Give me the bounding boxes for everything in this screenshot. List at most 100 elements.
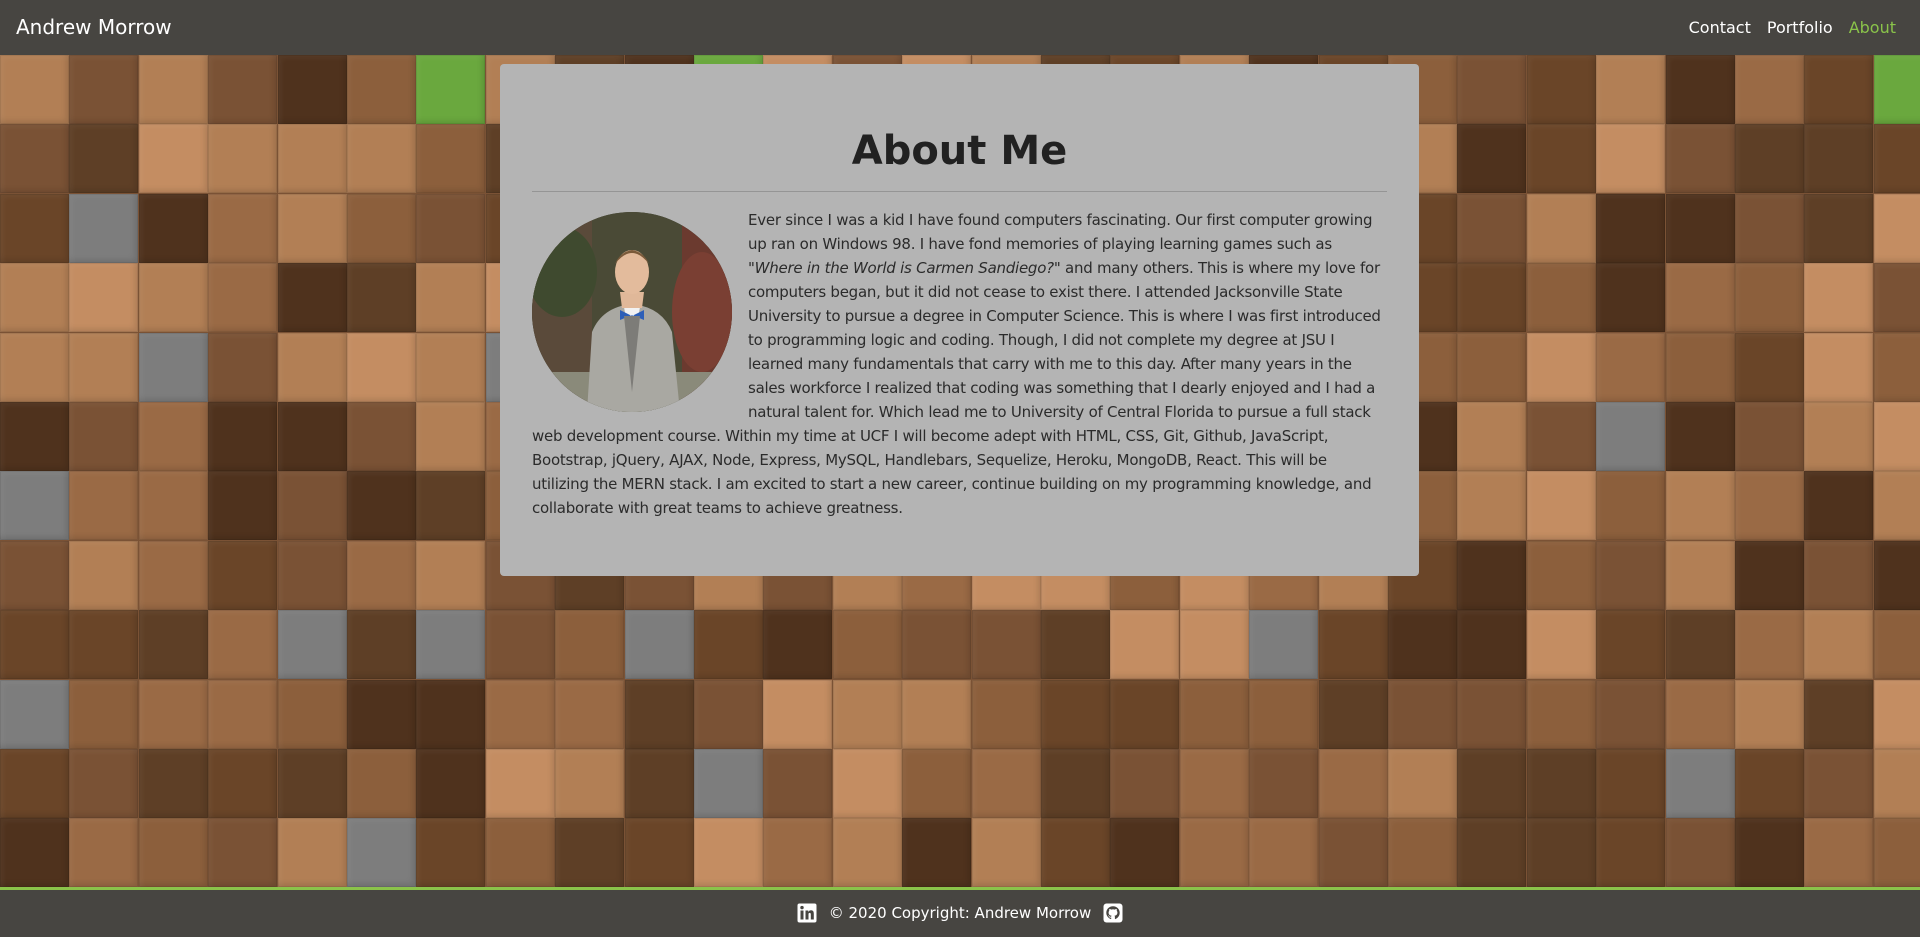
about-card: About Me Ever since I was a kid I have f… [500,64,1419,576]
background-tile [1735,55,1804,124]
background-tile [1804,332,1874,402]
background-tile [138,193,208,263]
background-tile [1526,402,1596,471]
background-tile [347,818,416,887]
background-tile [485,679,555,749]
background-tile [69,749,139,818]
background-tile [1249,818,1319,887]
background-tile [1596,193,1666,263]
background-tile [1318,679,1388,749]
background-tile [832,818,902,887]
background-tile [1596,471,1666,541]
background-tile [1873,55,1920,124]
background-tile [347,55,416,124]
background-tile [1110,610,1180,680]
nav-link-about[interactable]: About [1849,18,1896,37]
background-tile [138,540,208,610]
background-tile [69,55,139,124]
linkedin-icon[interactable] [797,903,817,923]
background-tile [347,124,416,194]
background-tile [347,402,416,471]
background-tile [1735,263,1804,333]
game-title-italic: Where in the World is Carmen Sandiego? [754,259,1054,277]
background-tile [416,55,486,124]
background-tile [69,471,139,541]
background-tile [69,818,139,887]
background-tile [277,332,347,402]
background-tile [1110,749,1180,818]
background-tile [555,679,625,749]
background-tile [208,55,278,124]
background-tile [1457,540,1527,610]
background-tile [1526,55,1596,124]
github-icon[interactable] [1103,903,1123,923]
background-tile [1457,610,1527,680]
background-tile [347,263,416,333]
background-tile [1596,124,1666,194]
background-tile [138,332,208,402]
background-tile [1735,540,1804,610]
background-tile [1873,402,1920,471]
nav-link-portfolio[interactable]: Portfolio [1767,18,1833,37]
background-tile [1804,471,1874,541]
brand-link[interactable]: Andrew Morrow [16,15,172,39]
background-tile [1596,679,1666,749]
background-tile [1873,749,1920,818]
background-tile [416,749,486,818]
background-tile [1665,471,1735,541]
background-tile [277,471,347,541]
background-tile [347,749,416,818]
navbar: Andrew Morrow Contact Portfolio About [0,0,1920,55]
background-tile [1735,610,1804,680]
divider [532,191,1387,192]
background-tile [69,540,139,610]
background-tile [1041,749,1110,818]
background-tile [1665,610,1735,680]
background-tile [902,749,972,818]
background-tile [1596,610,1666,680]
background-tile [69,610,139,680]
background-tile [347,610,416,680]
background-tile [1804,193,1874,263]
background-tile [1873,540,1920,610]
background-tile [1388,679,1457,749]
background-tile [1735,471,1804,541]
background-tile [69,679,139,749]
background-tile [1665,263,1735,333]
about-text: Ever since I was a kid I have found comp… [532,208,1387,520]
background-tile [138,818,208,887]
background-tile [1596,402,1666,471]
background-tile [208,749,278,818]
background-tile [208,818,278,887]
copyright-text: © 2020 Copyright: Andrew Morrow [828,904,1092,922]
background-tile [624,749,694,818]
background-tile [971,818,1041,887]
background-tile [347,193,416,263]
background-tile [1665,332,1735,402]
background-tile [1526,471,1596,541]
background-tile [1526,193,1596,263]
background-tile [138,124,208,194]
background-tile [1041,610,1110,680]
background-tile [1457,818,1527,887]
background-tile [138,55,208,124]
background-tile [277,818,347,887]
background-tile [138,749,208,818]
background-tile [208,540,278,610]
background-tile [138,402,208,471]
background-tile [347,540,416,610]
background-tile [208,471,278,541]
background-tile [1804,749,1874,818]
background-tile [1110,679,1180,749]
background-tile [208,193,278,263]
background-tile [0,679,69,749]
background-tile [485,610,555,680]
background-tile [1665,193,1735,263]
background-tile [485,749,555,818]
background-tile [1526,679,1596,749]
background-tile [277,55,347,124]
background-tile [0,332,69,402]
background-tile [138,679,208,749]
nav-link-contact[interactable]: Contact [1689,18,1751,37]
background-tile [208,610,278,680]
